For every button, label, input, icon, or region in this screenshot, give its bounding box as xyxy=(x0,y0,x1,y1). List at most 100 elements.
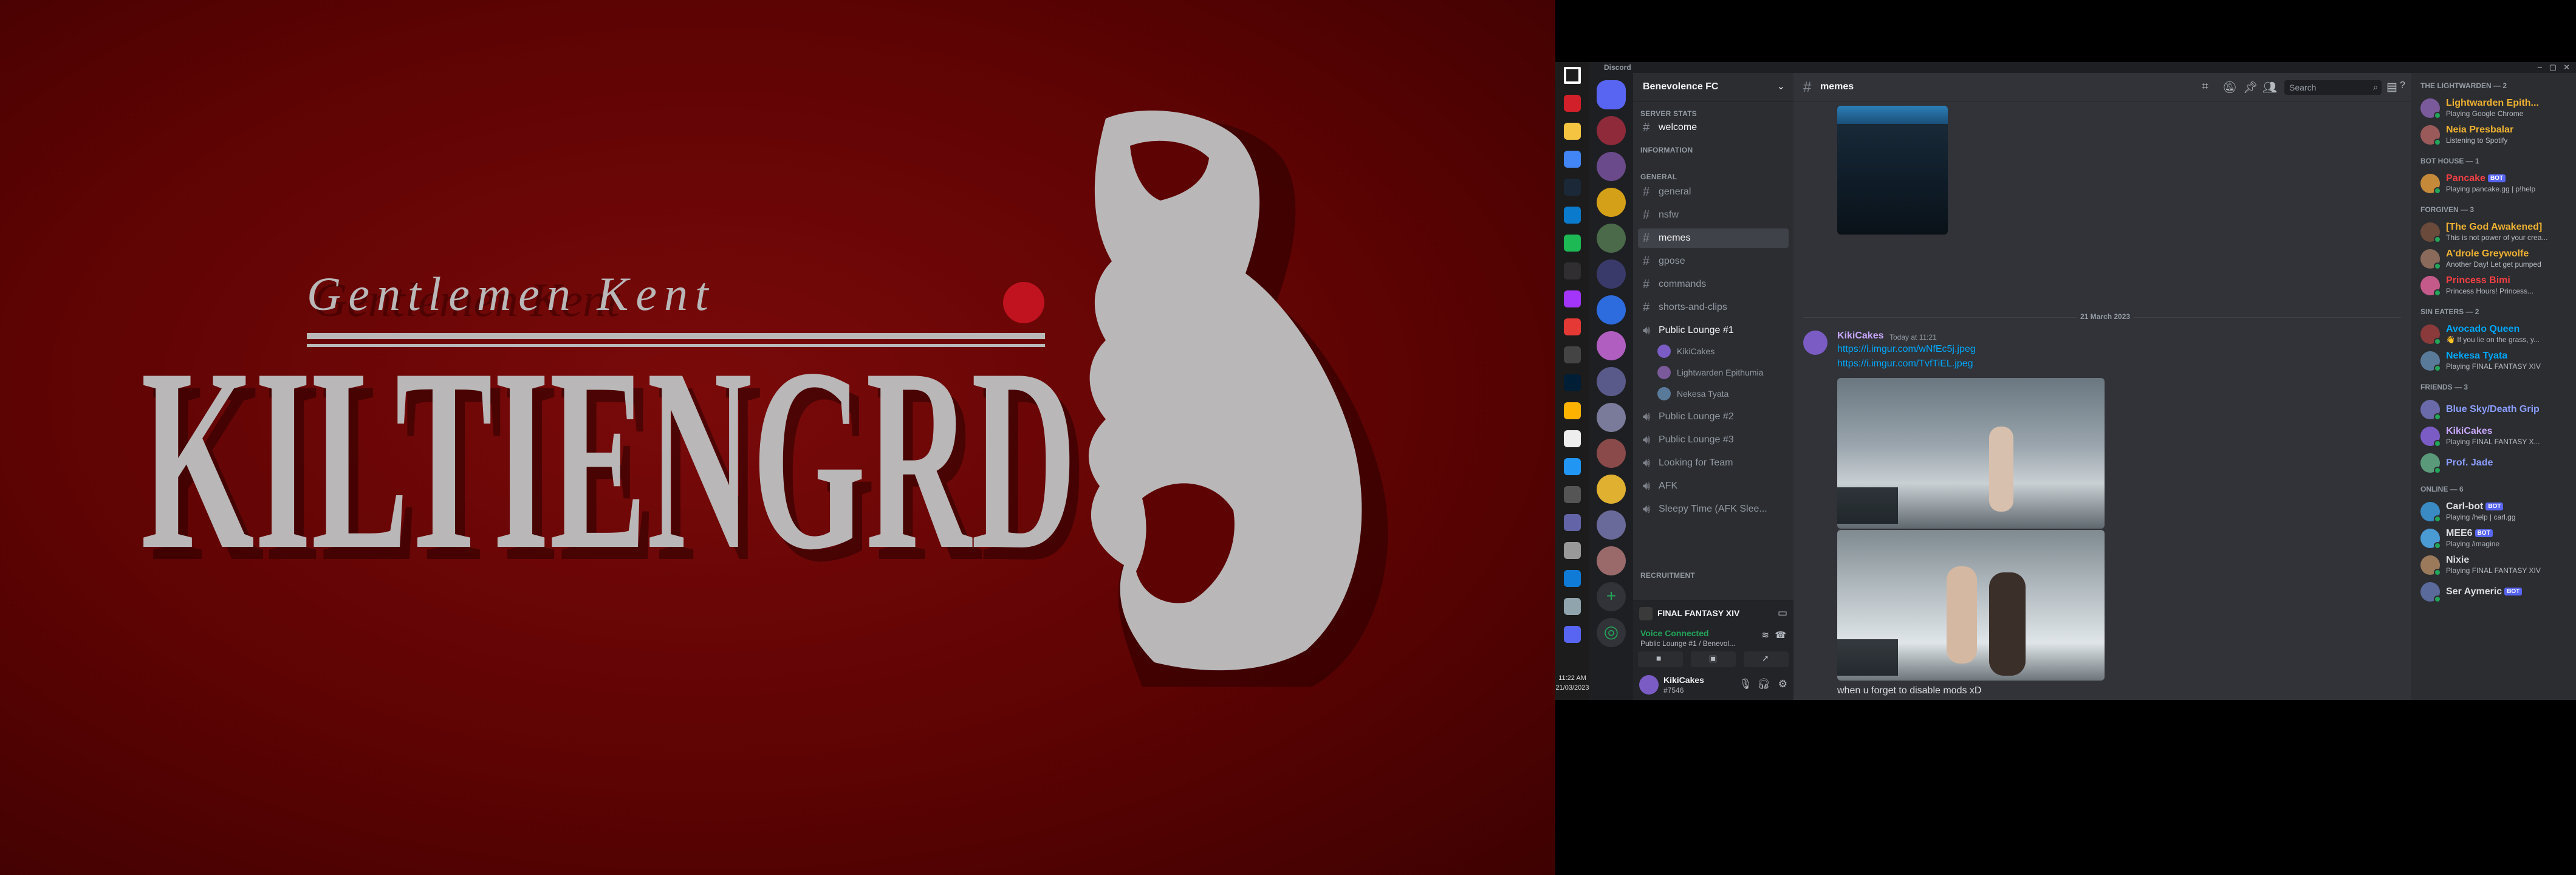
server-icon-3[interactable] xyxy=(1597,188,1626,217)
member-item[interactable]: Avocado Queen 👋 If you lie on the grass, … xyxy=(2416,321,2571,348)
member-item[interactable]: Pancake BOT Playing pancake.gg | p!help xyxy=(2416,170,2571,197)
circle-app-icon[interactable] xyxy=(1564,542,1581,559)
member-item[interactable]: Nekesa Tyata Playing FINAL FANTASY XIV xyxy=(2416,348,2571,374)
member-item[interactable]: Princess Bimi Princess Hours! Princess... xyxy=(2416,272,2571,299)
channel-commands[interactable]: # commands xyxy=(1638,275,1789,294)
server-icon-ovc[interactable] xyxy=(1597,295,1626,324)
inbox-icon[interactable]: ▤ xyxy=(2386,80,2397,94)
server-icon-5[interactable] xyxy=(1597,259,1626,289)
member-item[interactable]: Carl-bot BOT Playing /help | carl.gg xyxy=(2416,498,2571,525)
member-item[interactable]: Prof. Jade xyxy=(2416,450,2571,476)
member-item[interactable]: Neia Presbalar Listening to Spotify xyxy=(2416,122,2571,148)
member-item[interactable]: A'drole Greywolfe Another Day! Let get pu… xyxy=(2416,245,2571,272)
headphones-icon[interactable]: 🎧︎ xyxy=(1757,678,1770,690)
discord-taskbar-icon[interactable] xyxy=(1564,626,1581,643)
server-icon-4[interactable] xyxy=(1597,224,1626,253)
channel-welcome[interactable]: # welcome xyxy=(1638,118,1789,137)
steam-icon[interactable] xyxy=(1564,179,1581,196)
folder-app-icon[interactable] xyxy=(1564,402,1581,419)
search-input[interactable]: Search ⌕ xyxy=(2284,80,2382,95)
server-icon-7[interactable] xyxy=(1597,367,1626,396)
avatar[interactable] xyxy=(1639,675,1659,695)
category-server-stats[interactable]: SERVER STATS xyxy=(1640,109,1697,118)
message-link[interactable]: https://i.imgur.com/wNfEc5j.jpeg xyxy=(1837,344,1976,355)
server-icon-8[interactable] xyxy=(1597,403,1626,432)
channel-nsfw[interactable]: # nsfw xyxy=(1638,205,1789,225)
channel-gpose[interactable]: # gpose xyxy=(1638,252,1789,271)
member-list-icon[interactable]: 👥︎ xyxy=(2263,80,2277,95)
taskbar-clock[interactable]: 11:22 AM xyxy=(1555,674,1589,682)
category-recruitment[interactable]: RECRUITMENT xyxy=(1640,571,1695,580)
message-author[interactable]: KikiCakes xyxy=(1837,331,1884,341)
taskbar-date[interactable]: 21/03/2023 xyxy=(1555,684,1589,691)
video-button[interactable]: ■ xyxy=(1638,651,1683,667)
voice-channel-sleepy[interactable]: 🔊︎ Sleepy Time (AFK Slee... xyxy=(1638,499,1789,519)
member-item[interactable]: Lightwarden Epith... Playing Google Chrom… xyxy=(2416,95,2571,122)
channel-memes[interactable]: # memes xyxy=(1638,228,1789,248)
member-item[interactable]: MEE6 BOT Playing /imagine xyxy=(2416,525,2571,552)
image-attachment[interactable] xyxy=(1837,530,2105,681)
server-icon-10[interactable] xyxy=(1597,475,1626,504)
server-icon-9[interactable] xyxy=(1597,439,1626,468)
server-header[interactable]: Benevolence FC ⌄ xyxy=(1633,73,1793,102)
add-server-icon[interactable]: + xyxy=(1597,582,1626,611)
explore-servers-icon[interactable]: ◎ xyxy=(1597,618,1626,647)
clock-app-icon[interactable] xyxy=(1564,346,1581,363)
server-icon-6[interactable] xyxy=(1597,331,1626,360)
obs-icon[interactable] xyxy=(1564,262,1581,280)
vscode-icon[interactable] xyxy=(1564,207,1581,224)
screen-share-icon[interactable]: ▭ xyxy=(1778,607,1787,619)
screen-share-button[interactable]: ▣ xyxy=(1691,651,1736,667)
voice-user[interactable]: KikiCakes xyxy=(1657,343,1789,360)
voice-user[interactable]: Lightwarden Epithumia xyxy=(1657,364,1789,381)
member-item[interactable]: Nixie Playing FINAL FANTASY XIV xyxy=(2416,552,2571,578)
messenger-icon[interactable] xyxy=(1564,290,1581,307)
voice-channel-afk[interactable]: 🔊︎ AFK xyxy=(1638,476,1789,496)
member-item[interactable]: Blue Sky/Death Grip xyxy=(2416,396,2571,423)
member-item[interactable]: Ser Aymeric BOT xyxy=(2416,578,2571,605)
ffxiv-launcher-icon[interactable] xyxy=(1564,430,1581,447)
spotify-icon[interactable] xyxy=(1564,235,1581,252)
server-icon-1[interactable] xyxy=(1597,116,1626,145)
microphone-icon[interactable]: 🎙︎ xyxy=(1739,678,1752,690)
chrome-icon[interactable] xyxy=(1564,151,1581,168)
threads-icon[interactable]: ⌗ xyxy=(2202,80,2208,94)
settings-gear-icon[interactable]: ⚙ xyxy=(1778,678,1787,690)
image-attachment[interactable] xyxy=(1837,106,1948,235)
notification-bell-icon[interactable]: 🔕︎ xyxy=(2222,80,2237,95)
member-item[interactable]: KikiCakes Playing FINAL FANTASY X... xyxy=(2416,423,2571,450)
voice-channel-lounge-1[interactable]: 🔊︎ Public Lounge #1 xyxy=(1638,321,1789,340)
channel-general[interactable]: # general xyxy=(1638,182,1789,202)
help-icon[interactable]: ? xyxy=(2400,80,2405,91)
channel-shorts-and-clips[interactable]: # shorts-and-clips xyxy=(1638,298,1789,317)
files-app-icon[interactable] xyxy=(1564,598,1581,615)
pin-icon[interactable]: 📌︎ xyxy=(2243,80,2258,95)
voice-channel-lounge-3[interactable]: 🔊︎ Public Lounge #3 xyxy=(1638,430,1789,450)
voice-channel-lft[interactable]: 🔊︎ Looking for Team xyxy=(1638,453,1789,473)
image-attachment[interactable] xyxy=(1837,378,2105,529)
disconnect-icon[interactable]: ☎ xyxy=(1775,630,1786,640)
noise-suppression-icon[interactable]: ≋ xyxy=(1761,630,1769,640)
voice-user[interactable]: Nekesa Tyata xyxy=(1657,385,1789,402)
member-item[interactable]: [The God Awakened] This is not power of y… xyxy=(2416,219,2571,245)
minimize-icon[interactable]: – xyxy=(2538,63,2542,72)
server-icon-12[interactable] xyxy=(1597,546,1626,575)
arrow-app-icon[interactable] xyxy=(1564,458,1581,475)
opera-icon[interactable] xyxy=(1564,95,1581,112)
server-icon-11[interactable] xyxy=(1597,510,1626,540)
edge-icon[interactable] xyxy=(1564,570,1581,587)
activity-button[interactable]: ➚ xyxy=(1744,651,1789,667)
message-link[interactable]: https://i.imgur.com/TvfTiEL.jpeg xyxy=(1837,359,1973,369)
voice-channel-lounge-2[interactable]: 🔊︎ Public Lounge #2 xyxy=(1638,407,1789,427)
photoshop-icon[interactable] xyxy=(1564,374,1581,391)
voice-status[interactable]: Voice Connected xyxy=(1640,628,1709,638)
teams-icon[interactable] xyxy=(1564,514,1581,531)
app-red-icon[interactable] xyxy=(1564,318,1581,335)
discord-home-icon[interactable] xyxy=(1597,80,1626,109)
file-explorer-icon[interactable] xyxy=(1564,123,1581,140)
avatar[interactable] xyxy=(1803,331,1828,355)
maximize-icon[interactable]: ▢ xyxy=(2549,63,2557,72)
notes-app-icon[interactable] xyxy=(1564,486,1581,503)
category-information[interactable]: INFORMATION xyxy=(1640,146,1693,154)
close-icon[interactable]: ✕ xyxy=(2563,63,2570,72)
